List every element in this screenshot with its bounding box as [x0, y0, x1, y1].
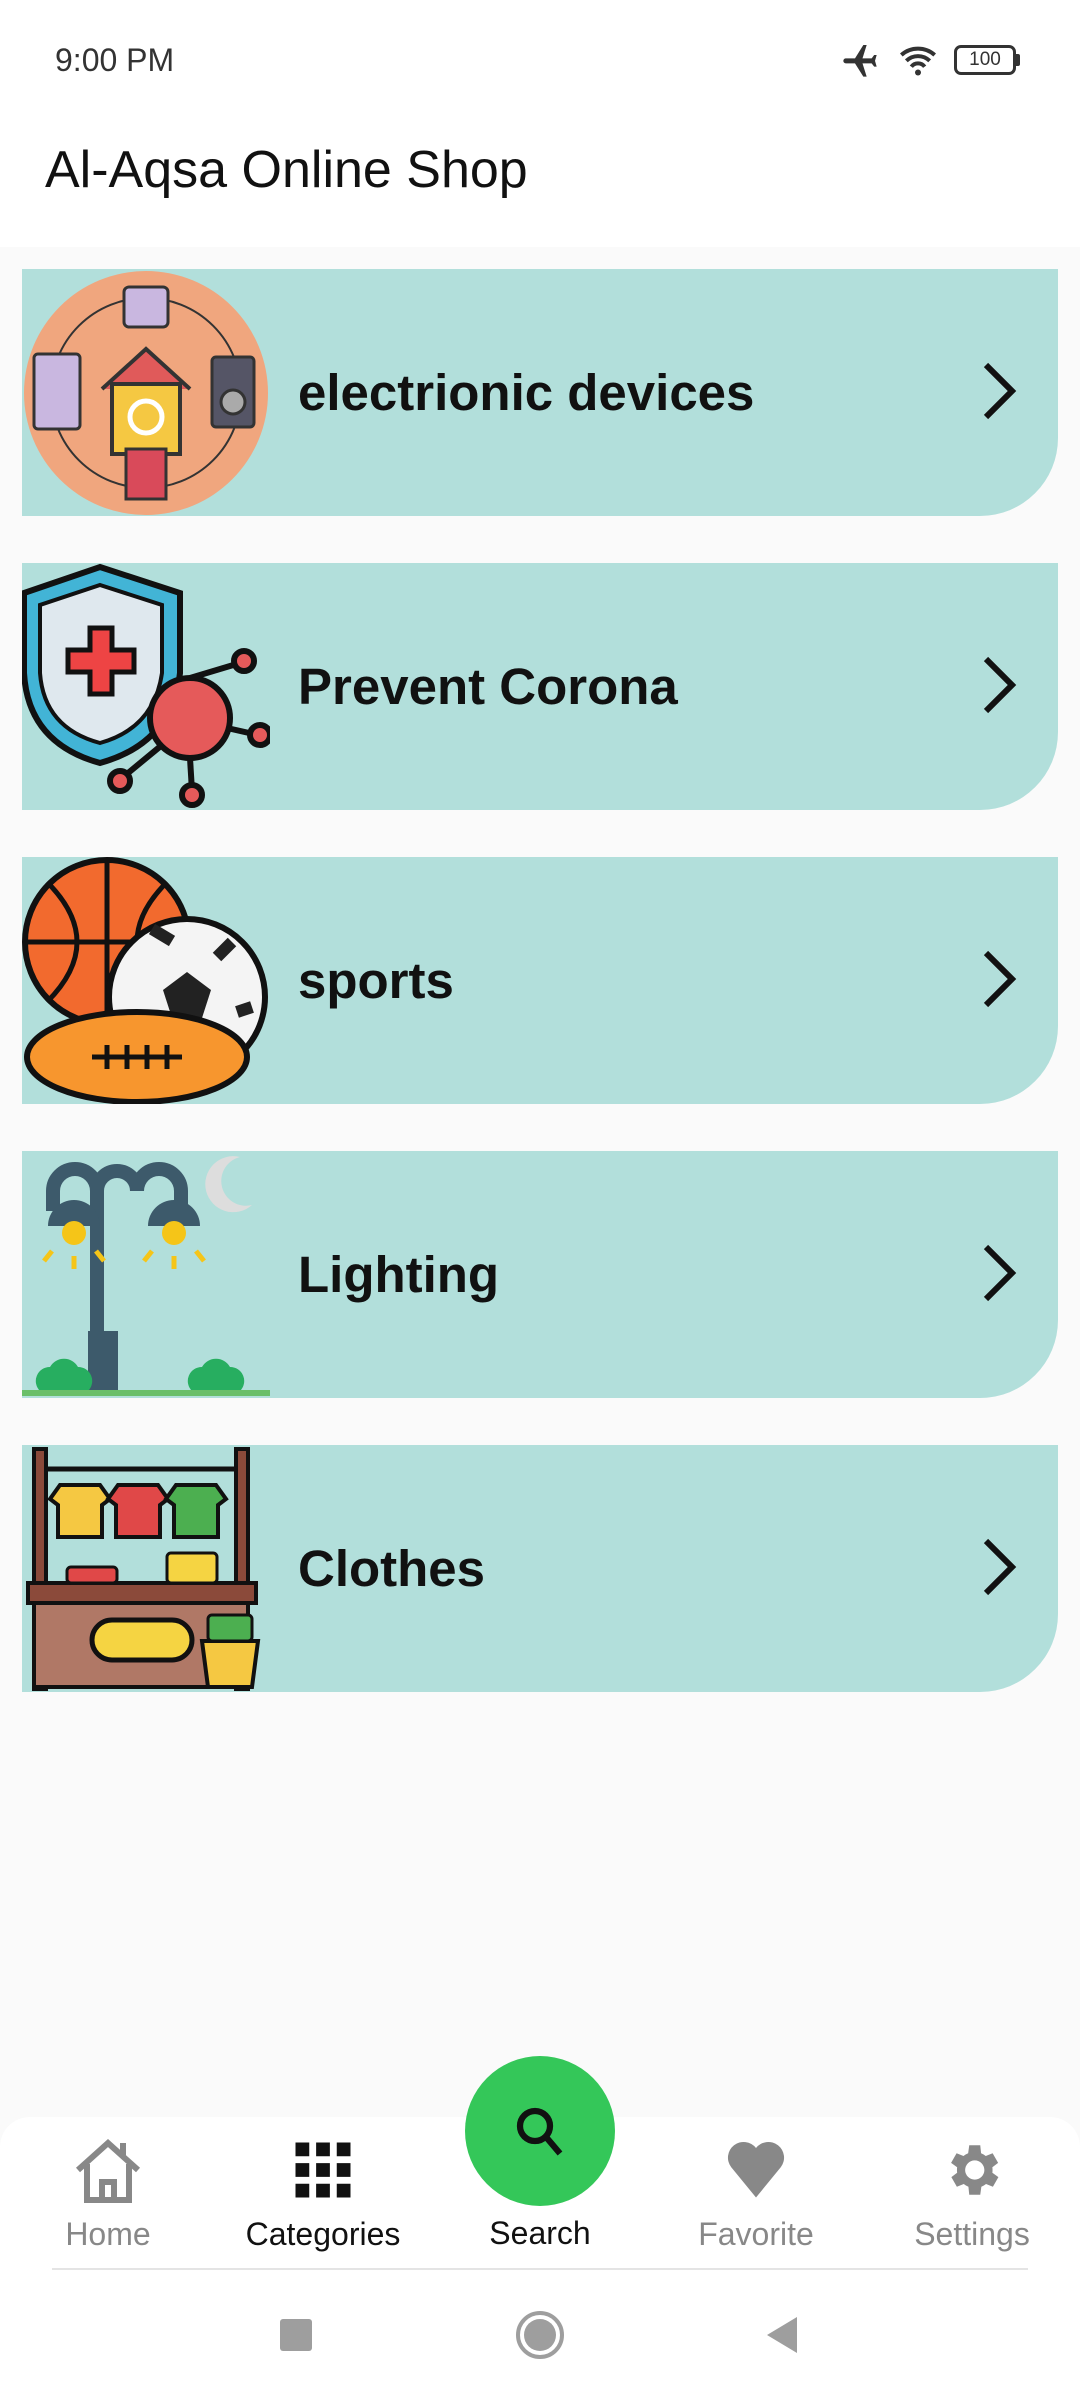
back-button[interactable]: [752, 2305, 812, 2365]
street-lamp-icon: [22, 1156, 270, 1396]
home-system-button[interactable]: [510, 2305, 570, 2365]
chevron-right-icon: [983, 362, 1017, 420]
chevron-right-icon: [983, 656, 1017, 714]
nav-label: Favorite: [698, 2216, 814, 2252]
nav-favorite[interactable]: Favorite: [656, 2137, 856, 2253]
status-bar: 9:00 PM 100: [0, 0, 1080, 120]
category-label: Prevent Corona: [298, 658, 678, 715]
circle-icon: [516, 2311, 564, 2359]
status-time: 9:00 PM: [55, 42, 175, 78]
heart-icon: [727, 2141, 785, 2198]
battery-icon: 100: [954, 45, 1020, 75]
balls-icon: [22, 857, 268, 1104]
nav-categories[interactable]: Categories: [223, 2137, 423, 2253]
square-icon: [280, 2319, 312, 2351]
nav-label: Categories: [245, 2216, 401, 2252]
chevron-right-icon: [983, 1244, 1017, 1302]
search-button[interactable]: [465, 2056, 615, 2206]
category-card-prevent-corona[interactable]: Prevent Corona: [22, 563, 1058, 810]
category-card-sports[interactable]: sports: [22, 857, 1058, 1104]
gear-icon: [951, 2145, 999, 2195]
shield-virus-icon: [22, 563, 270, 808]
category-label: sports: [298, 952, 454, 1009]
page-title: Al-Aqsa Online Shop: [45, 141, 528, 199]
home-icon: [75, 2138, 141, 2203]
category-card-lighting[interactable]: Lighting: [22, 1151, 1058, 1398]
category-label: electrionic devices: [298, 364, 755, 421]
nav-home[interactable]: Home: [8, 2137, 208, 2253]
electronic-devices-icon: [24, 271, 268, 515]
category-card-clothes[interactable]: Clothes: [22, 1445, 1058, 1692]
wifi-icon: [900, 46, 936, 76]
back-triangle-icon: [767, 2317, 797, 2353]
search-icon: [516, 2107, 563, 2156]
chevron-right-icon: [983, 950, 1017, 1008]
chevron-right-icon: [983, 1538, 1017, 1596]
category-card-electronic-devices[interactable]: electrionic devices: [22, 269, 1058, 516]
nav-settings[interactable]: Settings: [872, 2137, 1072, 2253]
category-label: Lighting: [298, 1246, 500, 1303]
clothes-stall-icon: [26, 1447, 261, 1691]
battery-level: 100: [954, 45, 1016, 75]
nav-label: Settings: [914, 2216, 1030, 2252]
divider: [52, 2268, 1028, 2270]
airplane-icon: [843, 45, 877, 77]
category-label: Clothes: [298, 1540, 486, 1597]
grid-icon: [295, 2142, 351, 2198]
nav-label: Home: [65, 2216, 151, 2252]
app-bar: Al-Aqsa Online Shop: [0, 120, 1080, 247]
category-list: electrionic devices Prevent Corona sport…: [22, 269, 1058, 1739]
recents-button[interactable]: [266, 2305, 326, 2365]
nav-search-label: Search: [489, 2215, 591, 2251]
